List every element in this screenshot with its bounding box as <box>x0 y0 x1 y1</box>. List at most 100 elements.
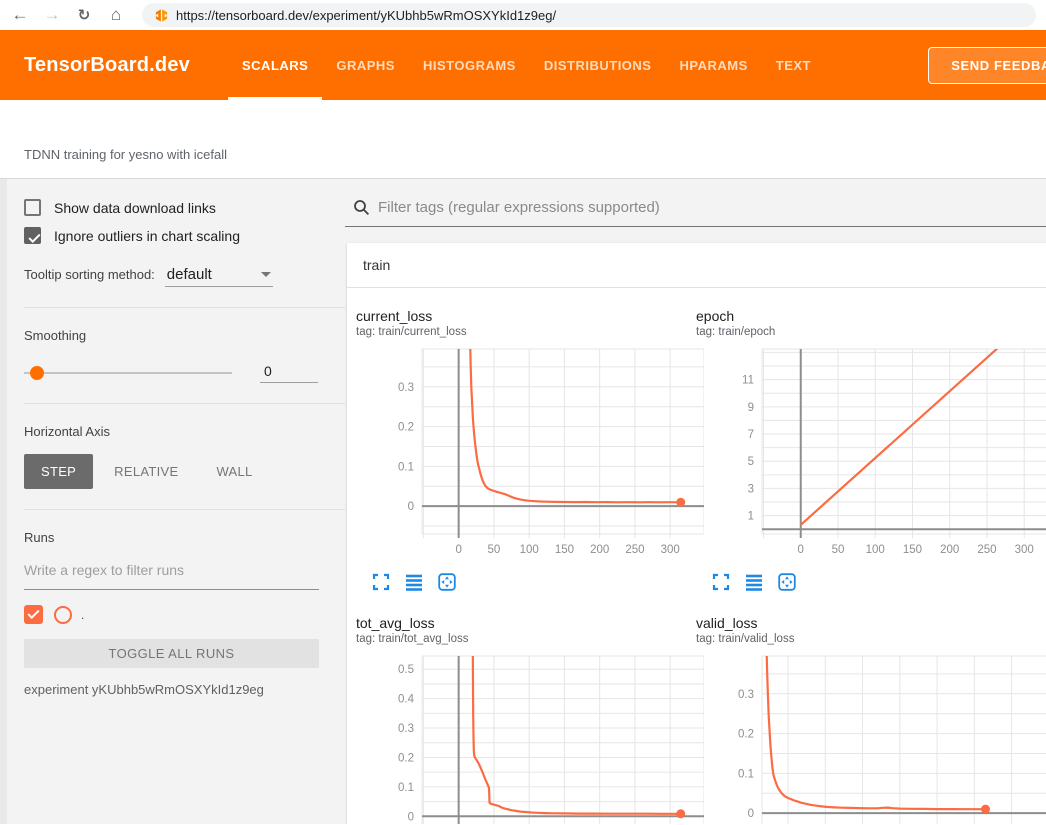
svg-text:0: 0 <box>748 808 754 820</box>
svg-text:0: 0 <box>408 811 414 823</box>
svg-text:0.1: 0.1 <box>398 782 414 794</box>
tab-histograms[interactable]: HISTOGRAMS <box>409 30 530 100</box>
tensorboard-favicon <box>154 8 169 23</box>
reload-icon[interactable]: ↻ <box>72 3 96 27</box>
fit-domain-icon[interactable] <box>778 573 796 591</box>
chart-card-current-loss: current_loss tag: train/current_loss 0 50… <box>347 308 687 591</box>
home-icon[interactable]: ⌂ <box>104 3 128 27</box>
chart-card-epoch: epoch tag: train/epoch 05010015020025030… <box>687 308 1046 591</box>
smoothing-section: Smoothing 0 <box>24 308 345 404</box>
fit-domain-icon[interactable] <box>438 573 456 591</box>
back-icon[interactable]: ← <box>8 3 32 27</box>
expand-chart-icon[interactable] <box>712 573 730 591</box>
run-color-swatch-icon <box>54 606 72 624</box>
svg-text:250: 250 <box>977 544 996 556</box>
svg-text:0.3: 0.3 <box>738 689 754 701</box>
svg-text:11: 11 <box>742 375 754 387</box>
tab-hparams[interactable]: HPARAMS <box>665 30 761 100</box>
train-group-header[interactable]: train <box>347 243 1046 288</box>
log-scale-icon[interactable] <box>405 573 423 591</box>
general-settings-section: Show data download links Ignore outliers… <box>24 179 345 308</box>
tab-text[interactable]: TEXT <box>762 30 825 100</box>
settings-sidebar: Show data download links Ignore outliers… <box>0 179 345 824</box>
svg-text:3: 3 <box>748 483 754 495</box>
slider-track <box>24 372 232 374</box>
axis-step-button[interactable]: STEP <box>24 454 93 489</box>
svg-text:100: 100 <box>520 544 539 556</box>
ignore-outliers-row[interactable]: Ignore outliers in chart scaling <box>24 227 319 244</box>
charts-grid: current_loss tag: train/current_loss 050… <box>347 288 1046 824</box>
axis-wall-button[interactable]: WALL <box>199 454 269 489</box>
svg-text:0.2: 0.2 <box>738 729 754 741</box>
svg-text:5: 5 <box>748 456 754 468</box>
tab-distributions[interactable]: DISTRIBUTIONS <box>530 30 666 100</box>
svg-text:0.2: 0.2 <box>398 752 414 764</box>
train-group-card: train current_loss tag: train/current_lo… <box>347 243 1046 824</box>
chart-card-tot-avg-loss: tot_avg_loss tag: train/tot_avg_loss 050… <box>347 615 687 824</box>
svg-text:0: 0 <box>798 544 804 556</box>
tooltip-sorting-select[interactable]: default <box>165 266 273 287</box>
chart-toolbar <box>356 573 687 591</box>
svg-text:1: 1 <box>748 511 754 523</box>
forward-icon[interactable]: → <box>40 3 64 27</box>
tab-graphs[interactable]: GRAPHS <box>322 30 409 100</box>
runs-filter-input[interactable] <box>24 562 319 578</box>
log-scale-icon[interactable] <box>745 573 763 591</box>
slider-thumb[interactable] <box>30 366 44 380</box>
chart-plot[interactable]: 0501001502002503001357911 <box>696 346 1046 568</box>
address-bar[interactable]: https://tensorboard.dev/experiment/yKUbh… <box>142 3 1036 27</box>
horizontal-axis-section: Horizontal Axis STEP RELATIVE WALL <box>24 404 345 510</box>
chart-plot[interactable]: 05010015020025030000.10.20.30.40.5 <box>356 653 687 824</box>
svg-text:0.1: 0.1 <box>738 768 754 780</box>
chart-card-valid-loss: valid_loss tag: train/valid_loss 5010015… <box>687 615 1046 824</box>
run-checkbox-icon[interactable] <box>24 605 43 624</box>
runs-label: Runs <box>24 530 319 545</box>
app-logo: TensorBoard.dev <box>24 54 190 77</box>
svg-text:9: 9 <box>748 402 754 414</box>
scalars-main: train current_loss tag: train/current_lo… <box>345 179 1046 824</box>
svg-text:0: 0 <box>455 544 461 556</box>
experiment-id-caption: experiment yKUbhb5wRmOSXYkId1z9eg <box>24 682 319 697</box>
run-list-item[interactable]: . <box>24 605 319 624</box>
svg-text:150: 150 <box>903 544 922 556</box>
svg-text:200: 200 <box>590 544 609 556</box>
horizontal-axis-label: Horizontal Axis <box>24 424 319 439</box>
svg-text:150: 150 <box>555 544 574 556</box>
filter-tags-input[interactable] <box>378 199 1018 216</box>
smoothing-slider[interactable] <box>24 366 232 380</box>
svg-text:50: 50 <box>832 544 845 556</box>
chart-title: tot_avg_loss <box>356 615 687 631</box>
chart-tag: tag: train/current_loss <box>356 326 687 338</box>
svg-text:0.1: 0.1 <box>398 461 414 473</box>
chart-toolbar <box>696 573 1046 591</box>
ignore-outliers-label: Ignore outliers in chart scaling <box>54 228 240 244</box>
smoothing-value-input[interactable]: 0 <box>260 363 318 383</box>
chart-title: current_loss <box>356 308 687 324</box>
chart-title: valid_loss <box>696 615 1046 631</box>
svg-text:0.2: 0.2 <box>398 422 414 434</box>
smoothing-label: Smoothing <box>24 328 319 343</box>
checkbox-unchecked-icon[interactable] <box>24 199 41 216</box>
toggle-all-runs-button[interactable]: TOGGLE ALL RUNS <box>24 639 319 668</box>
svg-text:0.4: 0.4 <box>398 694 415 706</box>
chart-tag: tag: train/valid_loss <box>696 633 1046 645</box>
checkbox-checked-icon[interactable] <box>24 227 41 244</box>
expand-chart-icon[interactable] <box>372 573 390 591</box>
svg-text:7: 7 <box>748 429 754 441</box>
axis-relative-button[interactable]: RELATIVE <box>97 454 195 489</box>
chevron-down-icon <box>261 272 271 277</box>
send-feedback-button[interactable]: SEND FEEDBACK <box>928 47 1046 84</box>
show-download-links-row[interactable]: Show data download links <box>24 199 319 216</box>
filter-tags-row <box>345 179 1046 227</box>
app-header: TensorBoard.dev SCALARS GRAPHS HISTOGRAM… <box>0 30 1046 100</box>
chart-plot[interactable]: 5010015020025030000.10.20.3 <box>696 653 1046 824</box>
search-icon <box>353 199 370 216</box>
chart-plot[interactable]: 05010015020025030000.10.20.3 <box>356 346 687 568</box>
svg-text:50: 50 <box>488 544 501 556</box>
run-name: . <box>81 608 84 622</box>
chart-tag: tag: train/epoch <box>696 326 1046 338</box>
browser-toolbar: ← → ↻ ⌂ https://tensorboard.dev/experime… <box>0 0 1046 30</box>
tab-scalars[interactable]: SCALARS <box>228 30 322 100</box>
show-download-links-label: Show data download links <box>54 200 216 216</box>
svg-text:100: 100 <box>866 544 885 556</box>
